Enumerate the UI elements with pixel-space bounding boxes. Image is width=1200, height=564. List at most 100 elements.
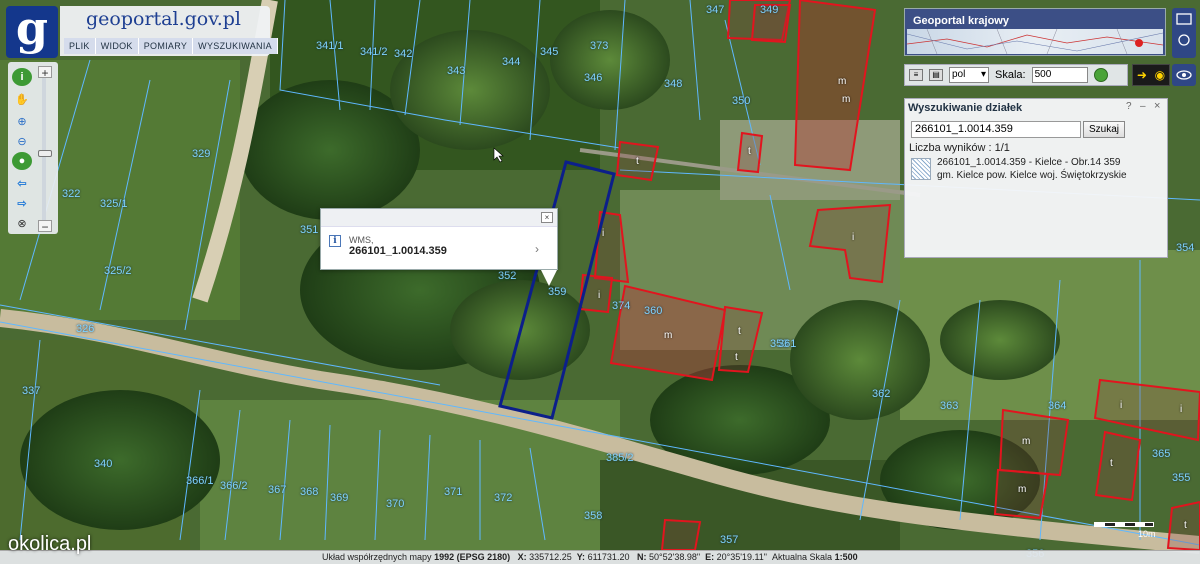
info-icon[interactable]: i <box>12 68 32 86</box>
parcel-number-label: 354 <box>1176 242 1195 254</box>
map-tools: i ✋ ⊕ ⊖ ● ⇦ ⇨ ⊗ + − <box>8 62 58 234</box>
zoom-in-icon[interactable]: ⊕ <box>12 112 32 130</box>
language-select[interactable]: pol <box>949 67 989 83</box>
parcel-number-label: 341/1 <box>316 40 344 52</box>
help-icon[interactable]: ? <box>1126 101 1132 112</box>
clear-icon[interactable]: ⊗ <box>12 214 32 232</box>
e-value: 20°35'19.11" <box>716 552 767 562</box>
current-scale-label: Aktualna Skala <box>772 552 833 562</box>
layer-visibility-panel[interactable]: ➜ ◉ <box>1132 64 1170 86</box>
parcel-number-label: 337 <box>22 385 41 397</box>
e-label: E: <box>705 552 715 562</box>
parcel-search-input[interactable]: 266101_1.0014.359 <box>911 121 1081 138</box>
parcel-number-label: 325/2 <box>104 265 132 277</box>
building-type-label: i <box>1180 404 1183 415</box>
overview-map-lines <box>907 29 1163 54</box>
y-value: 611731.20 <box>587 552 630 562</box>
parcel-search-panel: Wyszukiwanie działek ? – × 266101_1.0014… <box>904 98 1168 258</box>
side-eye-toggle[interactable] <box>1172 64 1196 86</box>
apply-scale-button[interactable] <box>1093 68 1108 82</box>
parcel-number-label: 368 <box>300 486 319 498</box>
x-value: 335712.25 <box>529 552 572 562</box>
full-extent-icon[interactable]: ● <box>12 152 32 170</box>
parcel-number-label: 367 <box>268 484 287 496</box>
popup-close-button[interactable]: × <box>541 212 553 223</box>
legend-icon[interactable]: ≡ <box>909 69 923 81</box>
popup-titlebar <box>321 209 557 227</box>
coord-system-label: Układ współrzędnych mapy <box>322 552 432 562</box>
parcel-number-label: 352 <box>498 270 517 282</box>
status-text: Układ współrzędnych mapy 1992 (EPSG 2180… <box>322 552 858 562</box>
parcel-number-label: 345 <box>540 46 559 58</box>
menu-item-wyszukiwania[interactable]: WYSZUKIWANIA <box>193 38 278 54</box>
parcel-number-label: 341/2 <box>360 46 388 58</box>
result-location: gm. Kielce pow. Kielce woj. Świętokrzysk… <box>937 170 1127 181</box>
close-icon[interactable]: × <box>1154 100 1160 112</box>
collapse-icon[interactable]: – <box>1140 101 1146 112</box>
scale-bar-label: 10m <box>1138 529 1156 539</box>
scale-input[interactable]: 500 <box>1031 67 1088 83</box>
parcel-number-label: 361 <box>778 338 797 350</box>
arrow-back-icon[interactable]: ⇦ <box>12 174 32 192</box>
parcel-number-label: 349 <box>760 4 779 16</box>
menu-item-plik[interactable]: PLIK <box>64 38 96 54</box>
overview-map[interactable] <box>907 29 1163 54</box>
parcel-number-label: 366/2 <box>220 480 248 492</box>
parcel-number-label: 322 <box>62 188 81 200</box>
parcel-number-label: 347 <box>706 4 725 16</box>
arrow-forward-icon[interactable]: ⇨ <box>12 194 32 212</box>
info-icon: i <box>329 235 341 247</box>
main-menu: PLIK WIDOK POMIARY WYSZUKIWANIA <box>64 38 278 54</box>
current-scale: 1:500 <box>834 552 858 562</box>
parcel-number-label: 357 <box>720 534 739 546</box>
national-panel-title: Geoportal krajowy <box>913 15 1009 27</box>
logo-letter: g <box>15 1 49 55</box>
parcel-number-label: 372 <box>494 492 513 504</box>
arrow-right-icon[interactable]: ➜ <box>1137 69 1147 81</box>
parcel-number-label: 359 <box>548 286 567 298</box>
building-type-label: i <box>598 290 601 301</box>
parcel-number-label: 370 <box>386 498 405 510</box>
y-label: Y: <box>576 552 586 562</box>
x-label: X: <box>517 552 527 562</box>
eye-icon[interactable]: ◉ <box>1155 69 1165 81</box>
zoom-minus-button[interactable]: − <box>38 220 52 233</box>
building-type-label: i <box>602 228 605 239</box>
print-icon[interactable]: ▤ <box>929 69 943 81</box>
zoom-plus-button[interactable]: + <box>38 66 52 79</box>
side-eye-icon <box>1176 70 1192 80</box>
zoom-slider-handle[interactable] <box>38 150 52 157</box>
parcel-number-label: 374 <box>612 300 631 312</box>
parcel-number-label: 325/1 <box>100 198 128 210</box>
side-panel-toggles[interactable] <box>1172 8 1196 58</box>
parcel-number-label: 363 <box>940 400 959 412</box>
map-toolbar: ≡ ▤ pol Skala: 500 <box>904 64 1128 86</box>
search-panel-title: Wyszukiwanie działek <box>908 102 1023 114</box>
menu-item-widok[interactable]: WIDOK <box>95 38 139 54</box>
parcel-number-label: 360 <box>644 305 663 317</box>
search-result-item[interactable]: 266101_1.0014.359 - Kielce - Obr.14 359 … <box>909 156 1163 184</box>
search-button[interactable]: Szukaj <box>1083 121 1126 138</box>
parcel-number-label: 373 <box>590 40 609 52</box>
scale-bar <box>1094 522 1154 527</box>
building-type-label: m <box>664 330 673 341</box>
n-value: 50°52'38.98" <box>649 552 701 562</box>
parcel-number-label: 329 <box>192 148 211 160</box>
n-label: N: <box>636 552 647 562</box>
popup-parcel-id: 266101_1.0014.359 <box>349 245 447 257</box>
building-type-label: t <box>735 352 738 363</box>
building-type-label: t <box>748 146 751 157</box>
brand-title: geoportal.gov.pl <box>86 8 241 30</box>
pan-hand-icon[interactable]: ✋ <box>12 90 32 108</box>
geoportal-logo[interactable]: g <box>6 1 58 58</box>
building-type-label: m <box>1022 436 1031 447</box>
building-type-label: t <box>1110 458 1113 469</box>
parcel-icon <box>911 158 931 180</box>
zoom-out-icon[interactable]: ⊖ <box>12 132 32 150</box>
parcel-number-label: 350 <box>732 95 751 107</box>
parcel-number-label: 371 <box>444 486 463 498</box>
menu-item-pomiary[interactable]: POMIARY <box>138 38 194 54</box>
national-geoportal-panel[interactable]: Geoportal krajowy <box>904 8 1166 56</box>
parcel-number-label: 346 <box>584 72 603 84</box>
chevron-right-icon[interactable]: › <box>535 242 539 256</box>
